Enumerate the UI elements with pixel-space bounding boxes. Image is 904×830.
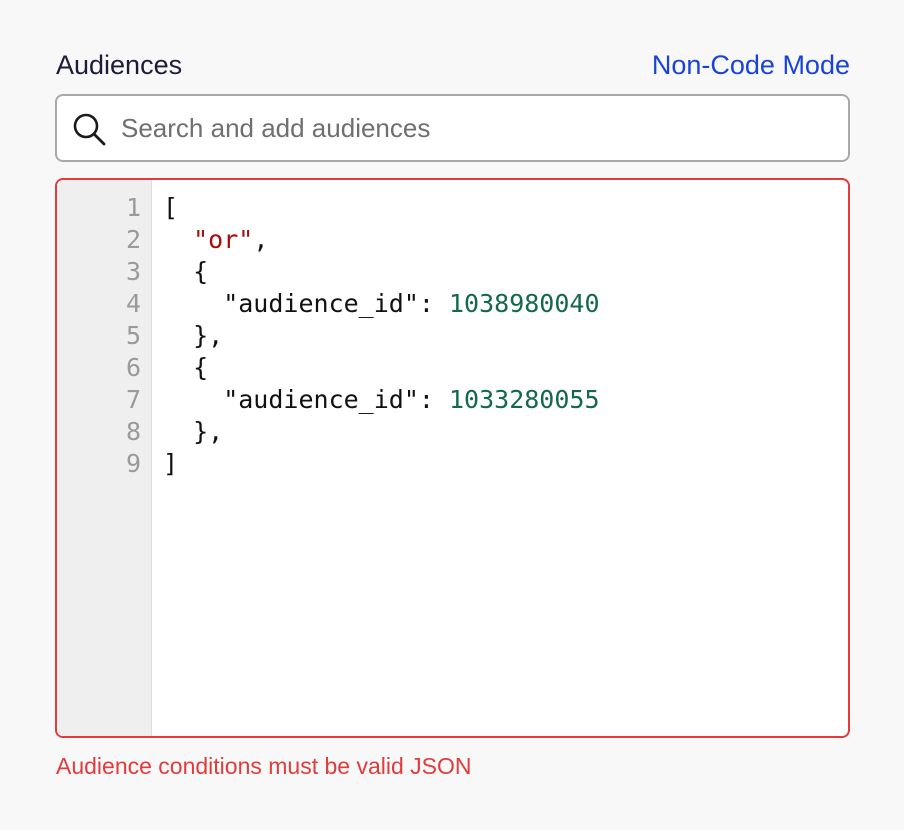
line-number: 8 xyxy=(125,417,141,446)
code-line: }, xyxy=(163,416,223,448)
json-syntax-token: { xyxy=(163,257,209,286)
line-number: 6 xyxy=(125,353,141,382)
code-line: "audience_id": 1033280055 xyxy=(163,384,600,416)
json-syntax-token xyxy=(163,225,193,254)
json-syntax-token: }, xyxy=(163,321,224,350)
code-line: [ xyxy=(163,192,178,224)
code-line: { xyxy=(163,256,208,288)
line-number: 1 xyxy=(125,193,141,222)
code-content[interactable]: [ "or", { "audience_id": 1038980040 }, {… xyxy=(163,180,848,736)
json-code-editor[interactable]: 1 2 3 4 5 6 7 8 9 [ "or", { "audience_id": 10389… xyxy=(55,178,850,738)
audience-search-box[interactable] xyxy=(55,94,850,162)
audiences-header: Audiences Non-Code Mode xyxy=(56,46,850,84)
json-syntax-token: }, xyxy=(163,417,224,446)
line-number: 3 xyxy=(125,257,141,286)
line-number: 2 xyxy=(125,225,141,254)
audiences-panel: Audiences Non-Code Mode 1 2 3 4 5 6 7 8 9 [ "or"… xyxy=(0,0,904,830)
validation-error-message: Audience conditions must be valid JSON xyxy=(56,753,472,779)
line-number: 7 xyxy=(125,385,141,414)
json-number-token: 1033280055 xyxy=(448,385,600,414)
line-number: 9 xyxy=(125,449,141,478)
json-syntax-token: "audience_id": xyxy=(163,289,449,318)
json-syntax-token: "audience_id": xyxy=(163,385,449,414)
line-number: 5 xyxy=(125,321,141,350)
json-string-token: "or" xyxy=(193,225,254,254)
json-syntax-token: { xyxy=(163,353,209,382)
code-line: "or", xyxy=(163,224,268,256)
search-icon xyxy=(73,113,106,146)
code-line: }, xyxy=(163,320,223,352)
json-syntax-token: , xyxy=(253,225,269,254)
json-syntax-token: [ xyxy=(163,193,179,222)
code-line: "audience_id": 1038980040 xyxy=(163,288,600,320)
section-title: Audiences xyxy=(56,50,183,80)
code-line: { xyxy=(163,352,208,384)
line-number-gutter: 1 2 3 4 5 6 7 8 9 xyxy=(57,180,152,736)
json-number-token: 1038980040 xyxy=(448,289,600,318)
non-code-mode-link[interactable]: Non-Code Mode xyxy=(652,46,850,84)
json-syntax-token: ] xyxy=(163,449,179,478)
line-number: 4 xyxy=(125,289,141,318)
audience-search-input[interactable] xyxy=(121,96,831,160)
code-line: ] xyxy=(163,448,178,480)
